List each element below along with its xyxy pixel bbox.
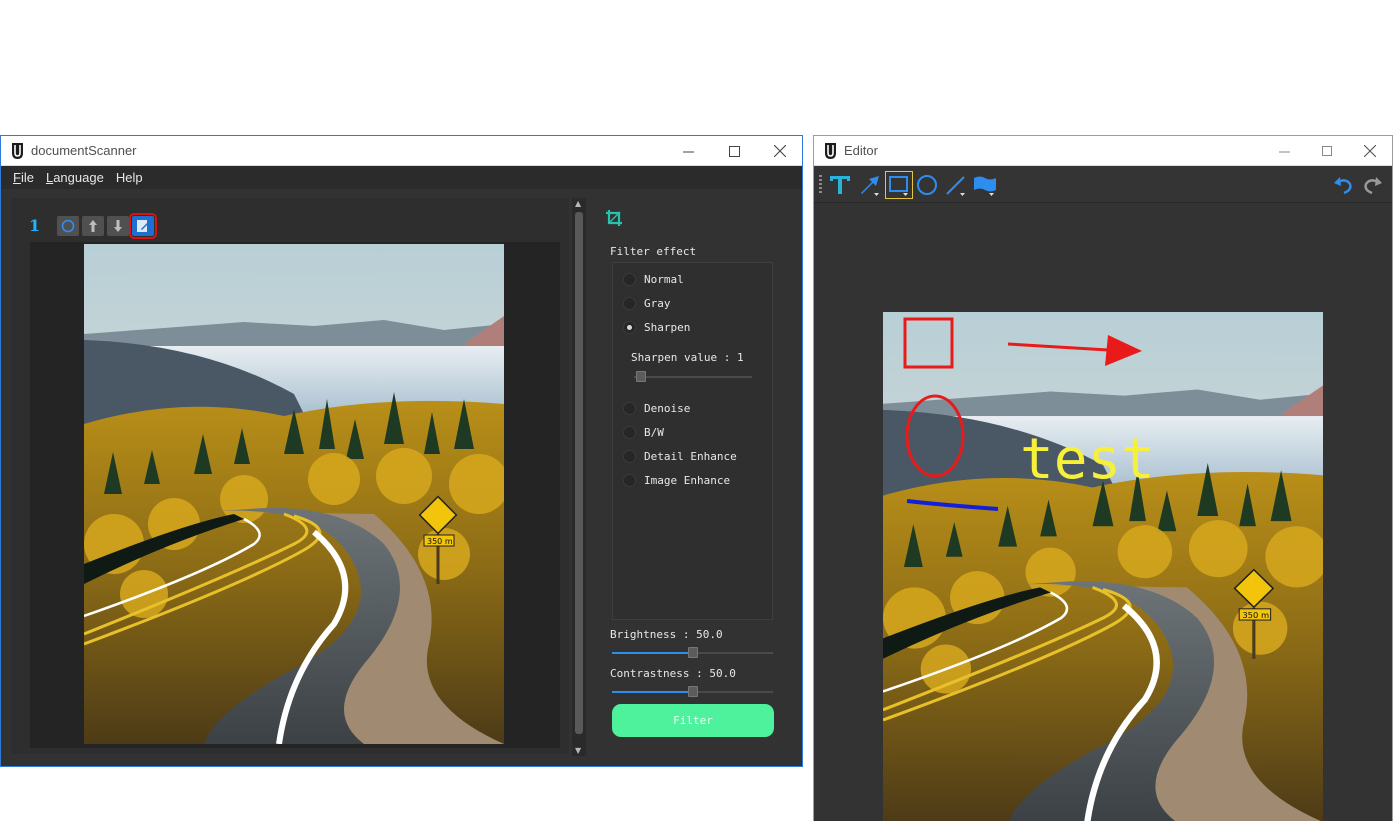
move-up-button[interactable]: [82, 216, 104, 236]
app-logo-icon: [12, 143, 23, 159]
editor-titlebar[interactable]: Editor: [814, 136, 1392, 166]
editor-window: Editor test: [813, 135, 1393, 821]
annotation-text[interactable]: test: [1020, 427, 1155, 492]
filter-bw[interactable]: B/W: [623, 426, 664, 439]
rotate-icon: [61, 219, 75, 233]
scrollbar-thumb[interactable]: [575, 212, 583, 734]
text-tool-button[interactable]: [826, 171, 854, 199]
filter-normal[interactable]: Normal: [623, 273, 684, 286]
menu-language[interactable]: Language: [40, 170, 110, 185]
editor-canvas[interactable]: test: [883, 312, 1323, 821]
annotation-rectangle[interactable]: [903, 317, 954, 369]
pen-tool-icon: [974, 176, 996, 196]
line-tool-button[interactable]: [942, 171, 970, 199]
page-number: 1: [29, 216, 41, 235]
arrow-down-icon: [114, 220, 122, 232]
menu-bar: File Language Help: [1, 166, 802, 189]
brightness-label: Brightness : 50.0: [610, 628, 723, 641]
annotation-pen-stroke[interactable]: [906, 499, 999, 511]
annotation-arrow[interactable]: [1007, 335, 1142, 366]
ellipse-tool-button[interactable]: [913, 171, 941, 199]
maximize-button[interactable]: [711, 136, 757, 166]
annotation-layer: test: [903, 317, 1155, 511]
edit-icon: [137, 220, 149, 232]
maximize-icon: [728, 145, 740, 157]
radio-denoise[interactable]: [623, 402, 636, 415]
close-button[interactable]: [1347, 136, 1392, 166]
window-title: Editor: [844, 143, 878, 158]
arrow-up-icon: [89, 220, 97, 232]
window-title: documentScanner: [31, 143, 137, 158]
contrast-slider-handle[interactable]: [688, 686, 698, 697]
brightness-slider[interactable]: [612, 647, 773, 659]
page-image: [84, 244, 504, 744]
radio-sharpen[interactable]: [623, 321, 636, 334]
filter-detail-enhance[interactable]: Detail Enhance: [623, 450, 737, 463]
undo-button[interactable]: [1329, 171, 1357, 199]
close-icon: [1364, 145, 1376, 157]
sharpen-slider-handle[interactable]: [636, 371, 646, 382]
redo-icon: [1364, 177, 1382, 195]
close-icon: [774, 145, 786, 157]
page-list-scrollbar[interactable]: ▲ ▼: [572, 198, 586, 756]
scroll-up-icon[interactable]: ▲: [575, 199, 581, 208]
filter-button[interactable]: Filter: [612, 704, 774, 737]
radio-image-enhance[interactable]: [623, 474, 636, 487]
filter-denoise[interactable]: Denoise: [623, 402, 690, 415]
app-logo-icon: [825, 143, 836, 159]
pen-tool-button[interactable]: [971, 171, 999, 199]
crop-icon: [606, 210, 622, 226]
radio-detail-enhance[interactable]: [623, 450, 636, 463]
text-tool-icon: [830, 176, 850, 194]
contrast-label: Contrastness : 50.0: [610, 667, 736, 680]
rectangle-tool-icon: [889, 176, 908, 196]
radio-gray[interactable]: [623, 297, 636, 310]
filter-options-box: Normal Gray Sharpen Sharpen value : 1 De…: [612, 262, 773, 620]
sharpen-slider[interactable]: [634, 371, 752, 383]
menu-file[interactable]: File: [7, 170, 40, 185]
minimize-icon: [682, 151, 694, 152]
menu-help[interactable]: Help: [110, 170, 149, 185]
minimize-button[interactable]: [1261, 136, 1307, 166]
radio-normal[interactable]: [623, 273, 636, 286]
scroll-down-icon[interactable]: ▼: [575, 746, 581, 755]
maximize-button[interactable]: [1304, 136, 1350, 166]
filter-panel: Filter effect Normal Gray Sharpen Sharpe…: [601, 198, 801, 758]
filter-image-enhance[interactable]: Image Enhance: [623, 474, 730, 487]
line-tool-icon: [946, 176, 965, 196]
page-thumbnail-frame[interactable]: [30, 242, 560, 748]
editor-toolbar: [814, 166, 1392, 203]
undo-icon: [1334, 177, 1352, 195]
annotation-ellipse[interactable]: [905, 394, 965, 478]
toolbar-grip[interactable]: [819, 175, 822, 195]
document-scanner-window: documentScanner File Language Help 1 ▲ ▼…: [0, 135, 803, 767]
brightness-slider-handle[interactable]: [688, 647, 698, 658]
maximize-icon: [1321, 145, 1332, 156]
contrast-slider[interactable]: [612, 686, 773, 698]
close-button[interactable]: [757, 136, 802, 166]
minimize-icon: [1278, 151, 1290, 152]
scanner-titlebar[interactable]: documentScanner: [1, 136, 802, 166]
filter-gray[interactable]: Gray: [623, 297, 671, 310]
radio-bw[interactable]: [623, 426, 636, 439]
desktop-scroll-edge: [1393, 135, 1400, 821]
sharpen-value-label: Sharpen value : 1: [631, 351, 744, 364]
redo-button[interactable]: [1359, 171, 1387, 199]
arrow-tool-icon: [861, 176, 879, 196]
page-list: 1: [11, 198, 569, 754]
move-down-button[interactable]: [107, 216, 129, 236]
filter-effect-title: Filter effect: [610, 245, 697, 258]
minimize-button[interactable]: [665, 136, 711, 166]
edit-page-button[interactable]: [129, 213, 157, 239]
editor-canvas-area: test: [814, 204, 1392, 821]
crop-button[interactable]: [601, 206, 627, 230]
arrow-tool-button[interactable]: [856, 171, 884, 199]
rectangle-tool-button[interactable]: [885, 171, 913, 199]
ellipse-tool-icon: [917, 175, 937, 195]
filter-sharpen[interactable]: Sharpen: [623, 321, 690, 334]
rotate-button[interactable]: [57, 216, 79, 236]
